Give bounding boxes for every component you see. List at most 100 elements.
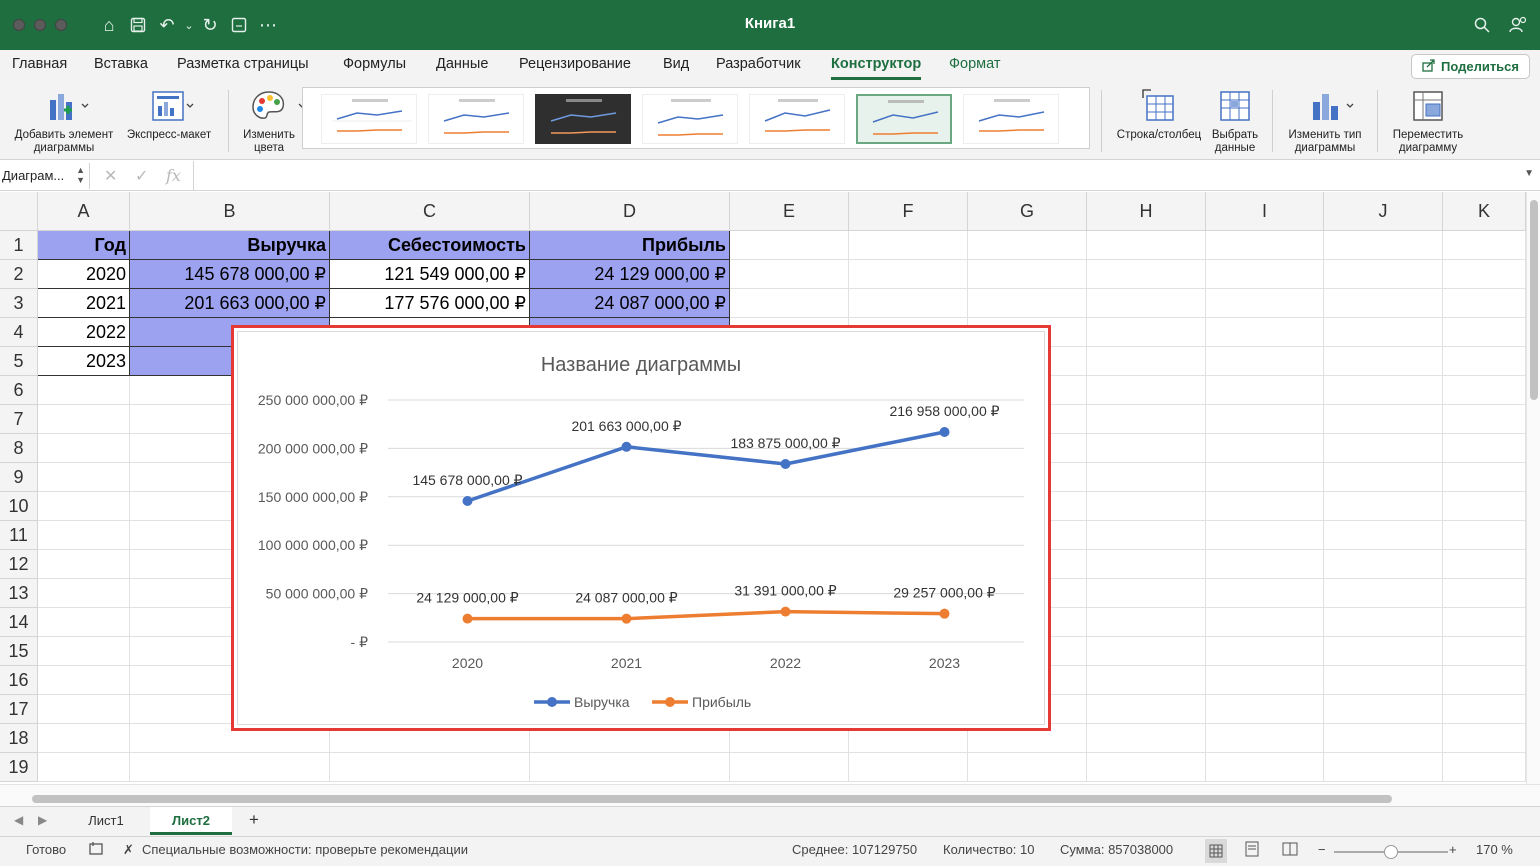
cell[interactable] xyxy=(1206,434,1324,463)
zoom-slider[interactable] xyxy=(1334,845,1448,859)
cell[interactable] xyxy=(1087,695,1206,724)
row-header[interactable]: 17 xyxy=(0,695,38,724)
cell[interactable] xyxy=(1324,550,1443,579)
cell[interactable] xyxy=(1087,753,1206,782)
cell[interactable] xyxy=(1324,637,1443,666)
cell[interactable] xyxy=(1443,463,1526,492)
cell[interactable] xyxy=(968,260,1087,289)
zoom-slider-knob[interactable] xyxy=(1384,845,1398,859)
cell[interactable] xyxy=(1087,347,1206,376)
cell[interactable] xyxy=(1206,608,1324,637)
cell[interactable] xyxy=(849,289,968,318)
row-header[interactable]: 9 xyxy=(0,463,38,492)
cell[interactable] xyxy=(730,753,849,782)
cell[interactable] xyxy=(1324,695,1443,724)
row-header[interactable]: 19 xyxy=(0,753,38,782)
row-header[interactable]: 8 xyxy=(0,434,38,463)
share-button[interactable]: Поделиться xyxy=(1410,54,1530,79)
change-chart-type-button[interactable]: Изменить тип диаграммы xyxy=(1280,88,1370,155)
cell[interactable] xyxy=(38,695,130,724)
cell[interactable] xyxy=(968,289,1087,318)
row-header[interactable]: 4 xyxy=(0,318,38,347)
row-header[interactable]: 3 xyxy=(0,289,38,318)
row-header[interactable]: 14 xyxy=(0,608,38,637)
cell[interactable] xyxy=(1443,318,1526,347)
cell[interactable] xyxy=(1206,405,1324,434)
add-sheet-button[interactable]: + xyxy=(236,807,272,835)
cell[interactable] xyxy=(1443,260,1526,289)
cell[interactable] xyxy=(1087,434,1206,463)
change-colors-button[interactable]: Изменить цвета xyxy=(236,88,306,155)
cell[interactable] xyxy=(1206,666,1324,695)
row-header[interactable]: 13 xyxy=(0,579,38,608)
cell[interactable] xyxy=(1087,579,1206,608)
column-header[interactable]: J xyxy=(1324,192,1443,231)
cell[interactable] xyxy=(1087,405,1206,434)
prev-sheet-icon[interactable]: ◀ xyxy=(14,813,23,827)
cell[interactable]: Год xyxy=(38,231,130,260)
tab-developer[interactable]: Разработчик xyxy=(716,56,801,72)
normal-view-icon[interactable] xyxy=(1205,839,1227,863)
cell[interactable] xyxy=(1324,347,1443,376)
cell[interactable] xyxy=(1443,521,1526,550)
cell[interactable] xyxy=(730,231,849,260)
cell[interactable]: 201 663 000,00 ₽ xyxy=(130,289,330,318)
column-header[interactable]: I xyxy=(1206,192,1324,231)
cell[interactable] xyxy=(1206,550,1324,579)
cell[interactable] xyxy=(1206,376,1324,405)
zoom-in-button[interactable]: + xyxy=(1449,842,1457,857)
cell[interactable] xyxy=(1443,347,1526,376)
cell[interactable] xyxy=(130,753,330,782)
cell[interactable] xyxy=(38,550,130,579)
cell[interactable] xyxy=(1087,231,1206,260)
tab-data[interactable]: Данные xyxy=(436,56,488,72)
macro-record-icon[interactable] xyxy=(88,840,106,861)
cell[interactable] xyxy=(1443,579,1526,608)
accessibility-status[interactable]: Специальные возможности: проверьте реком… xyxy=(142,842,468,857)
chart-style-thumb-selected[interactable] xyxy=(856,94,952,144)
cell[interactable] xyxy=(968,231,1087,260)
row-header[interactable]: 18 xyxy=(0,724,38,753)
cell[interactable] xyxy=(1206,318,1324,347)
column-header[interactable]: D xyxy=(530,192,730,231)
cell[interactable] xyxy=(1206,463,1324,492)
cell[interactable] xyxy=(38,724,130,753)
cell[interactable] xyxy=(1087,521,1206,550)
chart-selection[interactable]: Название диаграммы - ₽50 000 000,00 ₽100… xyxy=(231,325,1051,731)
cell[interactable] xyxy=(1324,289,1443,318)
tab-view[interactable]: Вид xyxy=(663,56,689,72)
page-layout-view-icon[interactable] xyxy=(1243,840,1261,861)
cell[interactable] xyxy=(1206,231,1324,260)
switch-row-column-button[interactable]: Строка/столбец xyxy=(1110,88,1208,142)
sheet-tab-2[interactable]: Лист2 xyxy=(150,807,232,835)
cell[interactable] xyxy=(38,637,130,666)
account-icon[interactable] xyxy=(1506,13,1530,37)
cell[interactable] xyxy=(1443,550,1526,579)
cell[interactable] xyxy=(1087,463,1206,492)
chart-style-thumb[interactable] xyxy=(642,94,738,144)
vertical-scroll-thumb[interactable] xyxy=(1530,200,1538,400)
cell[interactable]: 24 087 000,00 ₽ xyxy=(530,289,730,318)
chart-style-thumb[interactable] xyxy=(428,94,524,144)
row-header[interactable]: 6 xyxy=(0,376,38,405)
cell[interactable] xyxy=(1324,260,1443,289)
cell[interactable]: 2023 xyxy=(38,347,130,376)
cell[interactable] xyxy=(1324,463,1443,492)
select-data-button[interactable]: Выбрать данные xyxy=(1206,88,1264,155)
cell[interactable] xyxy=(38,666,130,695)
tab-page-layout[interactable]: Разметка страницы xyxy=(177,56,309,72)
cell[interactable] xyxy=(1206,521,1324,550)
cell[interactable]: 145 678 000,00 ₽ xyxy=(130,260,330,289)
column-header[interactable]: A xyxy=(38,192,130,231)
cell[interactable] xyxy=(38,405,130,434)
cell[interactable] xyxy=(968,753,1087,782)
cell[interactable]: 2020 xyxy=(38,260,130,289)
column-header[interactable]: C xyxy=(330,192,530,231)
chart-style-thumb[interactable] xyxy=(535,94,631,144)
page-break-view-icon[interactable] xyxy=(1281,840,1299,861)
tab-home[interactable]: Главная xyxy=(12,56,67,72)
cell[interactable] xyxy=(38,753,130,782)
name-box[interactable]: Диаграм... ▲ ▼ xyxy=(0,163,90,189)
cell[interactable]: 177 576 000,00 ₽ xyxy=(330,289,530,318)
name-box-stepper-icon[interactable]: ▲ ▼ xyxy=(76,165,85,185)
